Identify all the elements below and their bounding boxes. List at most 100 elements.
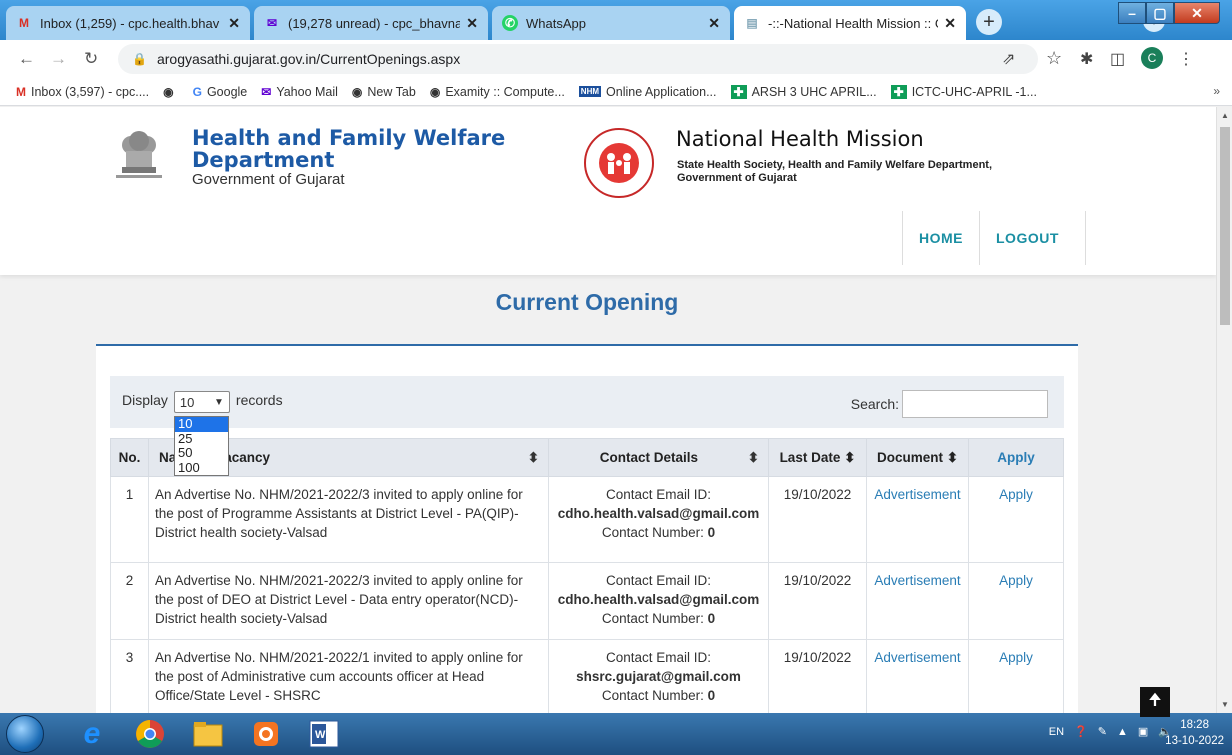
apply-link[interactable]: Apply (968, 476, 1064, 563)
clock[interactable]: 18:28 13-10-2022 (1165, 717, 1224, 749)
page-size-select[interactable]: 10 ▼ (173, 391, 230, 413)
tab-gmail[interactable]: M Inbox (1,259) - cpc.health.bhav ✕ (6, 6, 250, 40)
close-icon[interactable]: ✕ (228, 15, 240, 32)
minimize-button[interactable]: – (1118, 2, 1146, 24)
network-icon[interactable]: ▣ (1138, 725, 1148, 738)
bookmark-google[interactable]: G Google (193, 85, 248, 99)
extensions-icon[interactable]: ✱ (1080, 49, 1093, 69)
side-panel-icon[interactable]: ◫ (1110, 49, 1125, 69)
column-last-date[interactable]: Last Date ⬍ (768, 438, 867, 477)
more-bookmarks-icon[interactable]: » (1213, 84, 1220, 98)
contact-details: Contact Email ID: cdho.health.valsad@gma… (548, 476, 769, 563)
share-icon[interactable]: ⇗ (1002, 49, 1015, 69)
advertisement-link[interactable]: Advertisement (866, 639, 969, 713)
scroll-to-top-button[interactable]: 🠉 (1140, 687, 1170, 717)
close-window-button[interactable]: ✕ (1174, 2, 1220, 24)
globe-icon: ◉ (351, 84, 363, 99)
page-size-dropdown: 10 25 50 100 (174, 416, 229, 476)
tab-label: Inbox (1,259) - cpc.health.bhav (40, 15, 220, 31)
internet-explorer-icon[interactable]: e (66, 716, 118, 752)
contact-email: cdho.health.valsad@gmail.com (557, 592, 760, 607)
new-tab-button[interactable]: + (976, 9, 1002, 35)
bookmark-arsh[interactable]: ✚ ARSH 3 UHC APRIL... (730, 84, 877, 99)
reload-icon[interactable]: ↻ (84, 49, 98, 69)
nhm-title: National Health Mission (676, 127, 924, 151)
main-menu: HOME LOGOUT (902, 211, 1086, 265)
system-tray: EN ❓ ✎ ▲ ▣ 🔈 (1039, 725, 1172, 739)
column-contact[interactable]: Contact Details ⬍ (548, 438, 769, 477)
column-document[interactable]: Document ⬍ (866, 438, 969, 477)
contact-email: shsrc.gujarat@gmail.com (576, 669, 741, 684)
windows-taskbar: e W EN ❓ ✎ ▲ ▣ 🔈 18:28 13-10-2022 (0, 713, 1232, 755)
search-input[interactable] (902, 390, 1048, 418)
column-no[interactable]: No. (110, 438, 149, 477)
menu-logout[interactable]: LOGOUT (979, 211, 1086, 265)
tab-whatsapp[interactable]: ✆ WhatsApp ✕ (492, 6, 730, 40)
page-size-control: Display 10 ▼ records (122, 387, 283, 413)
help-icon[interactable]: ❓ (1074, 725, 1088, 738)
row-number: 1 (110, 476, 149, 563)
table-row: 1 An Advertise No. NHM/2021-2022/3 invit… (110, 476, 1064, 563)
back-icon[interactable]: ← (18, 49, 35, 69)
vacancy-description: An Advertise No. NHM/2021-2022/3 invited… (148, 562, 549, 640)
last-date: 19/10/2022 (768, 476, 867, 563)
apply-link[interactable]: Apply (968, 562, 1064, 640)
column-apply: Apply (968, 438, 1064, 477)
close-icon[interactable]: ✕ (466, 15, 478, 32)
menu-home[interactable]: HOME (902, 211, 979, 265)
pen-icon[interactable]: ✎ (1098, 725, 1107, 738)
maximize-button[interactable]: ▢ (1146, 2, 1174, 24)
clock-time: 18:28 (1180, 719, 1209, 731)
contact-number: 0 (707, 688, 716, 703)
page-size-option-50[interactable]: 50 (175, 445, 228, 461)
bookmark-gmail[interactable]: M Inbox (3,597) - cpc.... (16, 85, 149, 99)
url-text: arogyasathi.gujarat.gov.in/CurrentOpenin… (156, 51, 461, 67)
openings-card: Display 10 ▼ records Search: No. Name of… (96, 346, 1078, 713)
media-player-icon[interactable] (240, 716, 292, 752)
contact-number: 0 (707, 525, 716, 540)
records-label: records (235, 392, 283, 408)
nhm-icon: NHM (578, 86, 602, 97)
bookmark-examity[interactable]: ◉ Examity :: Compute... (430, 85, 565, 99)
page-size-option-10[interactable]: 10 (175, 416, 228, 432)
scrollbar-thumb[interactable] (1220, 127, 1230, 325)
page-scrollbar[interactable]: ▲ ▼ (1216, 107, 1232, 713)
tab-national-health-mission[interactable]: ▤ -::-National Health Mission :: G ✕ (734, 6, 966, 40)
advertisement-link[interactable]: Advertisement (866, 562, 969, 640)
clock-date: 13-10-2022 (1165, 735, 1224, 747)
menu-icon[interactable]: ⋮ (1178, 49, 1194, 69)
site-header: Health and Family Welfare Department Gov… (0, 107, 1216, 275)
sheets-icon: ✚ (730, 84, 747, 99)
language-indicator[interactable]: EN (1049, 726, 1064, 738)
contact-details: Contact Email ID: cdho.health.valsad@gma… (548, 562, 769, 640)
page-size-option-100[interactable]: 100 (175, 460, 228, 476)
chrome-icon[interactable] (124, 716, 176, 752)
bookmark-ictc[interactable]: ✚ ICTC-UHC-APRIL -1... (890, 84, 1037, 99)
page-size-option-25[interactable]: 25 (175, 431, 228, 447)
chevron-down-icon: ▼ (214, 396, 224, 408)
forward-icon[interactable]: → (50, 49, 67, 69)
bookmark-online-application[interactable]: NHM Online Application... (578, 85, 717, 99)
url-field[interactable]: 🔒 arogyasathi.gujarat.gov.in/CurrentOpen… (118, 44, 1038, 74)
sort-icon: ⬍ (747, 449, 759, 465)
close-icon[interactable]: ✕ (708, 15, 720, 32)
globe-icon: ◉ (163, 84, 174, 99)
start-button[interactable] (6, 715, 44, 753)
scroll-up-icon[interactable]: ▲ (1221, 111, 1229, 120)
scroll-down-icon[interactable]: ▼ (1221, 700, 1229, 709)
bookmark-globe[interactable]: ◉ (163, 85, 178, 99)
advertisement-link[interactable]: Advertisement (866, 476, 969, 563)
file-explorer-icon[interactable] (182, 716, 234, 752)
apply-link[interactable]: Apply (968, 639, 1064, 713)
contact-email: cdho.health.valsad@gmail.com (557, 506, 760, 521)
word-icon[interactable]: W (298, 716, 350, 752)
avatar[interactable]: C (1141, 47, 1163, 69)
bookmark-yahoo-mail[interactable]: ✉ Yahoo Mail (261, 85, 338, 99)
show-hidden-icons[interactable]: ▲ (1117, 726, 1128, 738)
last-date: 19/10/2022 (768, 562, 867, 640)
tab-yahoo-mail[interactable]: ✉ (19,278 unread) - cpc_bhavnag ✕ (254, 6, 488, 40)
ashoka-emblem-icon (116, 131, 162, 178)
bookmark-new-tab[interactable]: ◉ New Tab (352, 85, 416, 99)
star-icon[interactable]: ☆ (1046, 48, 1062, 69)
close-icon[interactable]: ✕ (944, 15, 956, 32)
